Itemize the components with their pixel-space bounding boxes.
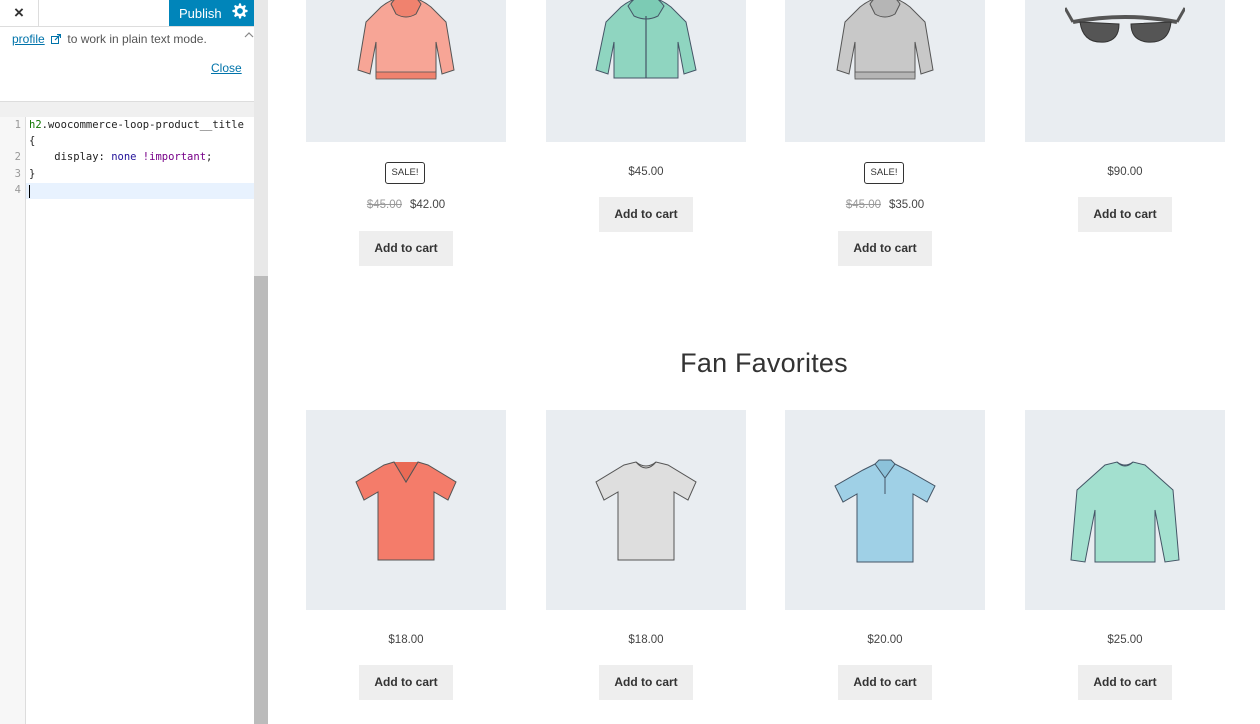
current-price: $18.00 bbox=[628, 634, 664, 646]
product-price: $90.00 bbox=[1025, 166, 1225, 178]
sale-badge: SALE! bbox=[385, 162, 425, 184]
code-line[interactable]: } bbox=[29, 168, 35, 180]
product-image[interactable] bbox=[1025, 410, 1225, 610]
line-number: 4 bbox=[14, 184, 21, 196]
line-number-gutter: 1 2 3 4 bbox=[0, 117, 26, 724]
code-token: none bbox=[111, 151, 137, 163]
current-price: $20.00 bbox=[867, 634, 903, 646]
product-image[interactable] bbox=[306, 0, 506, 142]
tshirt-grey-icon bbox=[595, 461, 697, 561]
code-token: { bbox=[29, 135, 36, 147]
sunglasses-icon bbox=[1065, 6, 1185, 45]
line-number: 1 bbox=[14, 119, 21, 131]
code-line[interactable]: display: none !important; bbox=[29, 151, 212, 163]
gear-icon[interactable] bbox=[232, 3, 248, 19]
current-price: $18.00 bbox=[388, 634, 424, 646]
product-card: $90.00 Add to cart bbox=[1025, 0, 1225, 232]
product-image[interactable] bbox=[546, 410, 746, 610]
section-title: Fan Favorites bbox=[680, 348, 848, 378]
publish-label: Publish bbox=[179, 6, 222, 21]
add-to-cart-button[interactable]: Add to cart bbox=[359, 665, 453, 700]
tshirt-vneck-coral-icon bbox=[355, 461, 457, 561]
product-card: SALE! $45.00 $35.00 Add to cart bbox=[785, 0, 985, 266]
add-to-cart-button[interactable]: Add to cart bbox=[838, 665, 932, 700]
current-price: $90.00 bbox=[1107, 166, 1143, 178]
original-price: $45.00 bbox=[845, 199, 881, 211]
code-token: display: bbox=[29, 151, 112, 163]
product-card: SALE! $45.00 $42.00 Add to cart bbox=[306, 0, 506, 266]
text-cursor bbox=[29, 185, 30, 198]
notice-text: profile to work in plain text mode. bbox=[12, 32, 207, 46]
product-price: $20.00 bbox=[785, 634, 985, 646]
close-customizer-button[interactable]: × bbox=[0, 0, 39, 26]
hoodie-coral-icon bbox=[357, 0, 455, 80]
current-price: $25.00 bbox=[1107, 634, 1143, 646]
current-price: $42.00 bbox=[410, 199, 446, 211]
product-image[interactable] bbox=[546, 0, 746, 142]
product-card: $18.00 Add to cart bbox=[546, 410, 746, 700]
active-line-highlight bbox=[26, 183, 254, 199]
product-price: $45.00 $35.00 bbox=[785, 199, 985, 211]
sidebar-scrollbar[interactable] bbox=[254, 0, 268, 724]
product-image[interactable] bbox=[785, 410, 985, 610]
code-token: } bbox=[29, 168, 36, 180]
notice-close-link[interactable]: Close bbox=[211, 61, 242, 75]
hoodie-zip-mint-icon bbox=[595, 0, 697, 79]
hoodie-grey-icon bbox=[836, 0, 934, 80]
add-to-cart-button[interactable]: Add to cart bbox=[1078, 197, 1172, 232]
code-line[interactable]: { bbox=[29, 135, 35, 147]
publish-button[interactable]: Publish bbox=[169, 0, 254, 26]
notice-message: to work in plain text mode. bbox=[67, 32, 207, 46]
customizer-sidebar: × Publish profile to work in plain text … bbox=[0, 0, 268, 724]
site-preview: Fan Favorites SALE! $45.00 $42.00 Add to ca… bbox=[268, 0, 1260, 724]
product-card: $25.00 Add to cart bbox=[1025, 410, 1225, 700]
add-to-cart-button[interactable]: Add to cart bbox=[359, 231, 453, 266]
external-link-icon bbox=[51, 34, 62, 44]
product-price: $25.00 bbox=[1025, 634, 1225, 646]
polo-blue-icon bbox=[834, 459, 936, 563]
profile-link[interactable]: profile bbox=[12, 32, 45, 46]
product-price: $18.00 bbox=[306, 634, 506, 646]
code-token: !important bbox=[136, 151, 207, 163]
scrollbar-thumb[interactable] bbox=[254, 276, 268, 724]
product-card: $20.00 Add to cart bbox=[785, 410, 985, 700]
code-line[interactable]: h2.woocommerce-loop-product__title bbox=[29, 119, 244, 131]
current-price: $45.00 bbox=[628, 166, 664, 178]
product-image[interactable] bbox=[1025, 0, 1225, 142]
current-price: $35.00 bbox=[889, 199, 925, 211]
product-image[interactable] bbox=[306, 410, 506, 610]
longsleeve-mint-icon bbox=[1070, 461, 1180, 563]
product-price: $45.00 $42.00 bbox=[306, 199, 506, 211]
product-card: $18.00 Add to cart bbox=[306, 410, 506, 700]
add-to-cart-button[interactable]: Add to cart bbox=[838, 231, 932, 266]
product-image[interactable] bbox=[785, 0, 985, 142]
code-token: .woocommerce-loop-product__title bbox=[41, 119, 244, 131]
line-number: 2 bbox=[14, 151, 21, 163]
css-code-editor[interactable]: 1 2 3 4 h2.woocommerce-loop-product__title {… bbox=[0, 117, 254, 724]
product-price: $45.00 bbox=[546, 166, 746, 178]
customizer-header: × Publish bbox=[0, 0, 254, 27]
add-to-cart-button[interactable]: Add to cart bbox=[599, 665, 693, 700]
code-token: h2 bbox=[29, 119, 42, 131]
add-to-cart-button[interactable]: Add to cart bbox=[599, 197, 693, 232]
product-price: $18.00 bbox=[546, 634, 746, 646]
line-number: 3 bbox=[14, 168, 21, 180]
plain-text-notice: profile to work in plain text mode. Clos… bbox=[0, 27, 254, 102]
sale-badge: SALE! bbox=[864, 162, 904, 184]
original-price: $45.00 bbox=[366, 199, 402, 211]
product-card: $45.00 Add to cart bbox=[546, 0, 746, 232]
add-to-cart-button[interactable]: Add to cart bbox=[1078, 665, 1172, 700]
code-token: ; bbox=[206, 151, 213, 163]
